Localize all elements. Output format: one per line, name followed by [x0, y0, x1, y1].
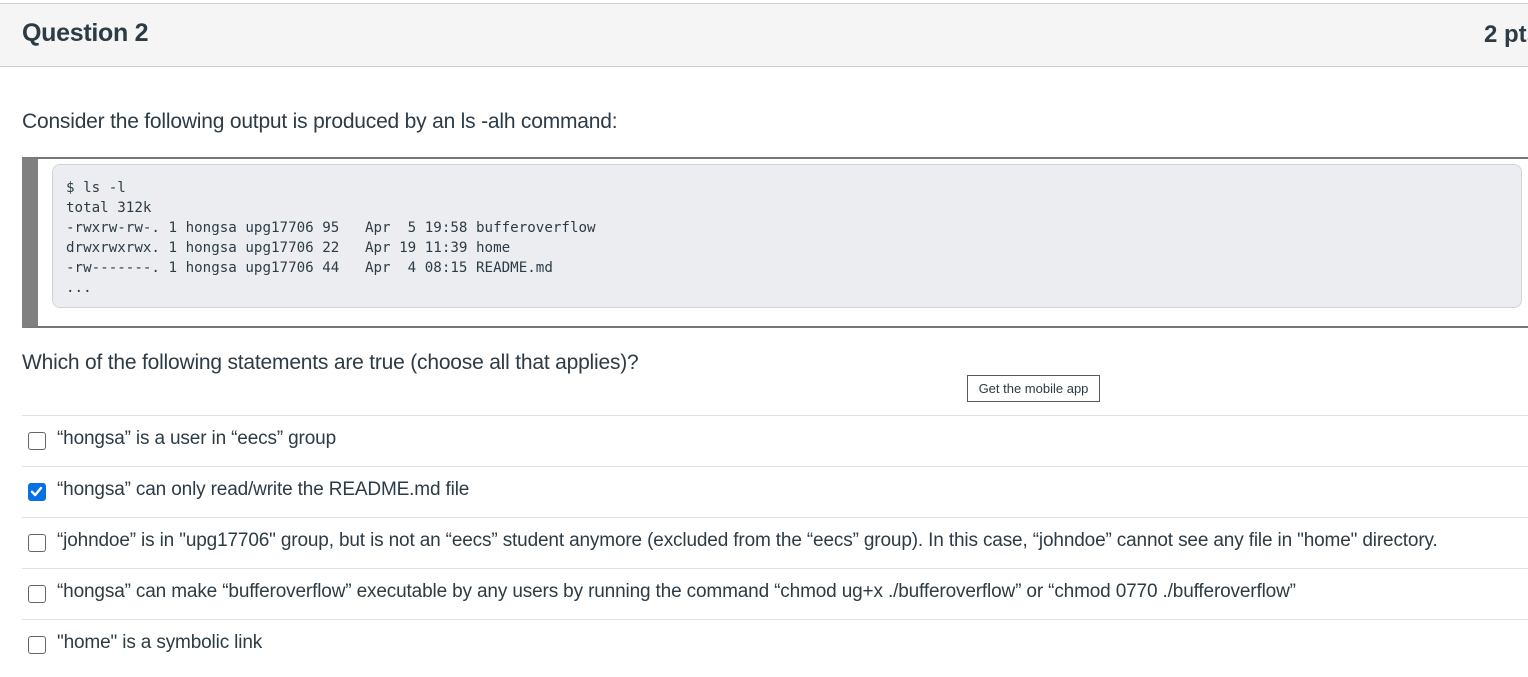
question-title: Question 2	[22, 19, 149, 47]
answer-label[interactable]: “johndoe” is in "upg17706" group, but is…	[57, 530, 1438, 552]
answer-option[interactable]: “hongsa” can only read/write the README.…	[22, 466, 1528, 517]
code-line: total 312k	[66, 200, 152, 216]
answer-checkbox[interactable]	[28, 636, 46, 654]
question-prompt: Consider the following output is produce…	[22, 110, 618, 133]
get-mobile-app-button[interactable]: Get the mobile app	[967, 375, 1100, 402]
code-line: $ ls -l	[66, 180, 126, 196]
answer-list: “hongsa” is a user in “eecs” group “hong…	[22, 415, 1528, 670]
question-points: 2 pts	[1484, 21, 1528, 48]
code-content: $ ls -l total 312k -rwxrw-rw-. 1 hongsa …	[66, 178, 1521, 298]
code-line: -rwxrw-rw-. 1 hongsa upg17706 95 Apr 5 1…	[66, 220, 596, 236]
answer-checkbox[interactable]	[28, 432, 46, 450]
answer-checkbox[interactable]	[28, 483, 46, 501]
answer-label[interactable]: “hongsa” is a user in “eecs” group	[57, 428, 336, 450]
code-block: $ ls -l total 312k -rwxrw-rw-. 1 hongsa …	[52, 164, 1522, 308]
answer-option[interactable]: "home" is a symbolic link	[22, 619, 1528, 670]
answer-option[interactable]: “hongsa” can make “bufferoverflow” execu…	[22, 568, 1528, 619]
question-text: Which of the following statements are tr…	[22, 351, 639, 374]
code-line: drwxrwxrwx. 1 hongsa upg17706 22 Apr 19 …	[66, 240, 511, 256]
answer-checkbox[interactable]	[28, 585, 46, 603]
question-header: Question 2 2 pts	[0, 3, 1528, 67]
answer-option[interactable]: “hongsa” is a user in “eecs” group	[22, 415, 1528, 466]
checkmark-icon	[30, 486, 43, 497]
answer-label[interactable]: “hongsa” can make “bufferoverflow” execu…	[57, 581, 1296, 603]
answer-checkbox[interactable]	[28, 534, 46, 552]
code-line: -rw-------. 1 hongsa upg17706 44 Apr 4 0…	[66, 260, 553, 276]
answer-option[interactable]: “johndoe” is in "upg17706" group, but is…	[22, 517, 1528, 568]
answer-label[interactable]: "home" is a symbolic link	[57, 632, 262, 654]
answer-label[interactable]: “hongsa” can only read/write the README.…	[57, 479, 469, 501]
code-line: ...	[66, 280, 92, 296]
code-blockquote: $ ls -l total 312k -rwxrw-rw-. 1 hongsa …	[22, 157, 1528, 328]
